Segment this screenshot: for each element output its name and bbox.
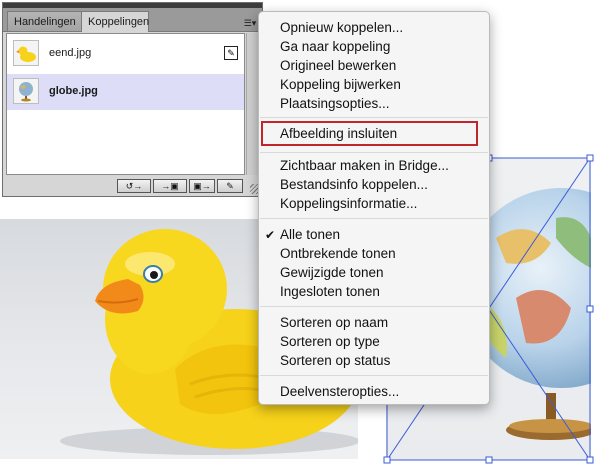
links-list: eend.jpg ✎ globe.jpg <box>6 33 245 175</box>
relink-icon[interactable]: ↺→ <box>117 179 151 193</box>
menu-item-afbeelding-insluiten[interactable]: Afbeelding insluiten <box>280 125 397 143</box>
menu-item-sorteren-op-type[interactable]: Sorteren op type <box>280 333 380 351</box>
menu-separator <box>260 152 488 153</box>
menu-item-gewijzigde-tonen[interactable]: Gewijzigde tonen <box>280 264 384 282</box>
tab-handelingen[interactable]: Handelingen <box>7 11 83 31</box>
duck-thumbnail <box>13 40 39 66</box>
links-panel: Handelingen Koppelingen ☰▾ eend.jpg ✎ gl… <box>2 2 263 197</box>
menu-item-plaatsingsopties[interactable]: Plaatsingsopties... <box>280 95 390 113</box>
menu-item-deelvensteropties[interactable]: Deelvensteropties... <box>280 383 399 401</box>
list-item[interactable]: eend.jpg ✎ <box>7 36 244 72</box>
panel-toolbar: ↺→ →▣ ▣→ ✎ <box>3 177 262 196</box>
menu-separator <box>260 306 488 307</box>
menu-item-sorteren-op-status[interactable]: Sorteren op status <box>280 352 390 370</box>
menu-separator <box>260 117 488 118</box>
edit-original-icon[interactable]: ✎ <box>217 179 243 193</box>
list-item[interactable]: globe.jpg <box>7 74 244 110</box>
go-to-link-icon[interactable]: →▣ <box>153 179 187 193</box>
menu-separator <box>260 375 488 376</box>
links-panel-menu: Opnieuw koppelen... Ga naar koppeling Or… <box>258 11 490 405</box>
menu-item-ontbrekende-tonen[interactable]: Ontbrekende tonen <box>280 245 396 263</box>
menu-item-zichtbaar-maken-in-bridge[interactable]: Zichtbaar maken in Bridge... <box>280 157 449 175</box>
menu-separator <box>260 218 488 219</box>
menu-item-sorteren-op-naam[interactable]: Sorteren op naam <box>280 314 388 332</box>
menu-item-koppeling-bijwerken[interactable]: Koppeling bijwerken <box>280 76 401 94</box>
checkmark-icon: ✔ <box>265 228 276 242</box>
menu-item-koppelingsinformatie[interactable]: Koppelingsinformatie... <box>280 195 417 213</box>
link-status-icon[interactable]: ✎ <box>224 46 238 60</box>
tab-koppelingen[interactable]: Koppelingen <box>81 11 149 32</box>
update-link-icon[interactable]: ▣→ <box>189 179 215 193</box>
menu-item-bestandsinfo-koppelen[interactable]: Bestandsinfo koppelen... <box>280 176 428 194</box>
menu-item-ingesloten-tonen[interactable]: Ingesloten tonen <box>280 283 380 301</box>
link-name: eend.jpg <box>49 47 92 59</box>
panel-menu-icon[interactable]: ☰▾ <box>242 16 258 30</box>
link-name: globe.jpg <box>49 85 98 97</box>
globe-thumbnail <box>13 78 39 104</box>
menu-item-alle-tonen[interactable]: Alle tonen <box>280 226 340 244</box>
menu-item-origineel-bewerken[interactable]: Origineel bewerken <box>280 57 396 75</box>
menu-item-opnieuw-koppelen[interactable]: Opnieuw koppelen... <box>280 19 403 37</box>
panel-tabs: Handelingen Koppelingen ☰▾ <box>3 8 262 32</box>
menu-item-ga-naar-koppeling[interactable]: Ga naar koppeling <box>280 38 390 56</box>
